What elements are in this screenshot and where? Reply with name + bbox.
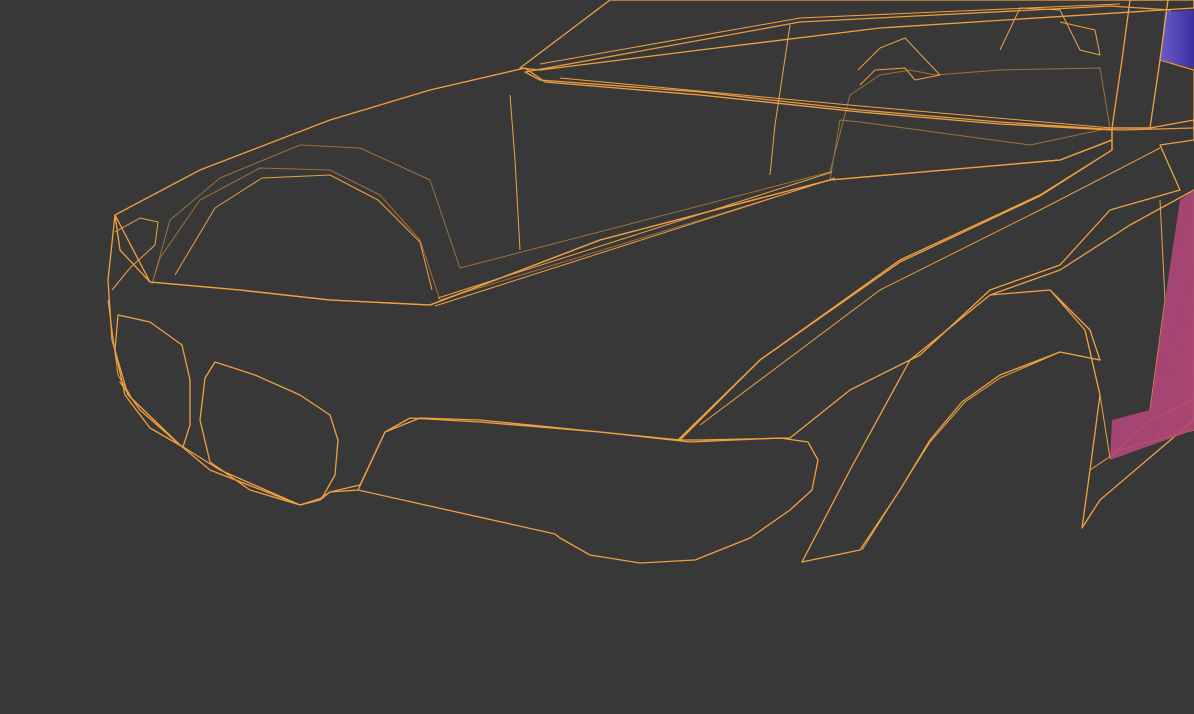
roof-panel[interactable] xyxy=(519,0,1194,71)
kidney-grille-right[interactable] xyxy=(199,361,339,506)
lower-air-intake[interactable] xyxy=(357,417,819,564)
kidney-grille-left[interactable] xyxy=(114,314,191,448)
side-body-panel[interactable] xyxy=(677,119,1194,441)
front-fender[interactable] xyxy=(801,189,1194,563)
headlight-outline[interactable] xyxy=(107,217,159,396)
hood-panel[interactable] xyxy=(114,67,1113,306)
windshield[interactable] xyxy=(524,3,1194,131)
a-pillar[interactable] xyxy=(1111,0,1169,129)
wheel-arch-shadow xyxy=(760,140,1194,440)
bumper-outline xyxy=(119,381,359,506)
3d-viewport[interactable] xyxy=(0,0,1194,714)
car-mesh-render[interactable] xyxy=(0,0,1194,714)
